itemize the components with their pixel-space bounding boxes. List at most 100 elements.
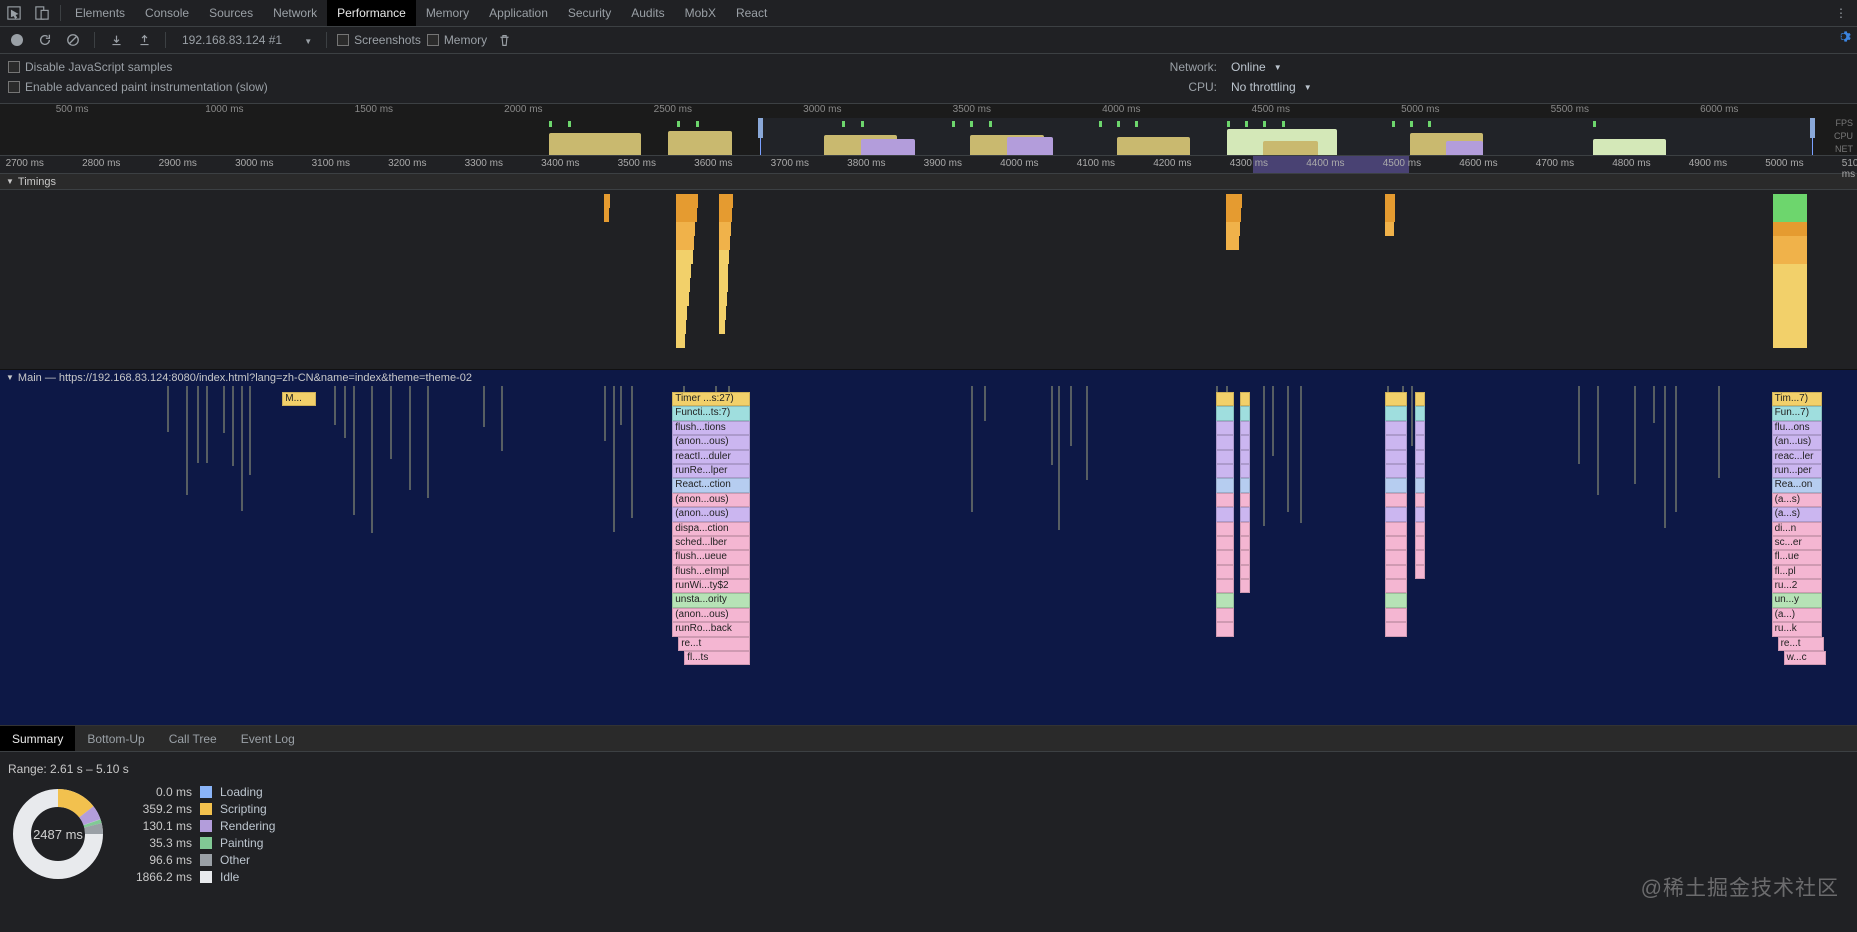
ruler-tick: 3900 ms xyxy=(924,158,962,169)
timing-flame[interactable] xyxy=(676,194,698,348)
ruler-tick: 3500 ms xyxy=(618,158,656,169)
timing-flame[interactable] xyxy=(604,194,610,222)
ruler-tick: 4200 ms xyxy=(1153,158,1191,169)
timing-flame[interactable] xyxy=(1773,194,1807,348)
tab-react[interactable]: React xyxy=(726,0,777,26)
legend-idle: 1866.2 msIdle xyxy=(122,870,275,884)
load-profile-button[interactable] xyxy=(105,29,127,51)
legend-loading: 0.0 msLoading xyxy=(122,785,275,799)
overview-tick: 4500 ms xyxy=(1252,104,1290,115)
detail-tab-summary[interactable]: Summary xyxy=(0,726,75,751)
window-handle-right[interactable] xyxy=(1810,118,1815,138)
timing-flame[interactable] xyxy=(1385,194,1395,236)
panel-tabs: ElementsConsoleSourcesNetworkPerformance… xyxy=(65,0,777,26)
more-icon[interactable]: ⋮ xyxy=(1831,6,1857,20)
flame-stack[interactable] xyxy=(1415,392,1425,579)
timings-header[interactable]: ▼Timings xyxy=(0,174,1857,190)
summary-panel: Range: 2.61 s – 5.10 s 2487 ms 0.0 msLoa… xyxy=(0,752,1857,894)
flame-task[interactable]: M... xyxy=(282,392,316,406)
cpu-select[interactable]: No throttling▼ xyxy=(1227,80,1314,94)
ruler-tick: 3800 ms xyxy=(847,158,885,169)
tab-elements[interactable]: Elements xyxy=(65,0,135,26)
tab-performance[interactable]: Performance xyxy=(327,0,416,26)
overview-activity xyxy=(1263,141,1318,155)
detail-tab-bottom-up[interactable]: Bottom-Up xyxy=(75,726,156,751)
tab-application[interactable]: Application xyxy=(479,0,558,26)
devtools-tabbar: ElementsConsoleSourcesNetworkPerformance… xyxy=(0,0,1857,27)
timeline-ruler[interactable]: 2700 ms2800 ms2900 ms3000 ms3100 ms3200 … xyxy=(0,156,1857,174)
overview-strip[interactable]: 500 ms1000 ms1500 ms2000 ms2500 ms3000 m… xyxy=(0,104,1857,156)
tab-audits[interactable]: Audits xyxy=(621,0,674,26)
flame-stack[interactable]: Tim...7)Fun...7)flu...ons(an...us)reac..… xyxy=(1772,392,1822,665)
ruler-tick: 3100 ms xyxy=(312,158,350,169)
ruler-tick: 3600 ms xyxy=(694,158,732,169)
main-thread-track[interactable]: M... Timer ...s:27)Functi...ts:7)flush...… xyxy=(0,386,1857,726)
overview-activity xyxy=(549,133,641,155)
summary-donut: 2487 ms xyxy=(8,784,108,884)
tab-mobx[interactable]: MobX xyxy=(675,0,726,26)
flame-stack[interactable] xyxy=(1216,392,1234,637)
donut-total: 2487 ms xyxy=(8,784,108,884)
detail-tabs: SummaryBottom-UpCall TreeEvent Log xyxy=(0,726,1857,752)
tab-network[interactable]: Network xyxy=(263,0,327,26)
overview-tick: 1500 ms xyxy=(355,104,393,115)
network-select[interactable]: Online▼ xyxy=(1227,60,1284,74)
ruler-tick: 4500 ms xyxy=(1383,158,1421,169)
summary-legend: 0.0 msLoading359.2 msScripting130.1 msRe… xyxy=(122,785,275,884)
screenshots-toggle[interactable]: Screenshots xyxy=(337,33,421,47)
reload-button[interactable] xyxy=(34,29,56,51)
overview-activity xyxy=(1007,137,1053,155)
ruler-tick: 2800 ms xyxy=(82,158,120,169)
watermark: @稀土掘金技术社区 xyxy=(1641,872,1839,902)
recording-url: 192.168.83.124 #1 xyxy=(182,33,282,47)
timing-flame[interactable] xyxy=(719,194,733,334)
overview-tick: 6000 ms xyxy=(1700,104,1738,115)
overview-tick: 5000 ms xyxy=(1401,104,1439,115)
inspect-icon[interactable] xyxy=(0,0,28,27)
detail-tab-event-log[interactable]: Event Log xyxy=(229,726,307,751)
recording-selector[interactable]: 192.168.83.124 #1 ▼ xyxy=(176,31,316,49)
flame-stack[interactable] xyxy=(1240,392,1250,593)
ruler-tick: 3700 ms xyxy=(771,158,809,169)
trash-button[interactable] xyxy=(493,29,515,51)
ruler-tick: 4900 ms xyxy=(1689,158,1727,169)
tab-sources[interactable]: Sources xyxy=(199,0,263,26)
tab-console[interactable]: Console xyxy=(135,0,199,26)
tab-security[interactable]: Security xyxy=(558,0,621,26)
overview-tick: 4000 ms xyxy=(1102,104,1140,115)
save-profile-button[interactable] xyxy=(133,29,155,51)
overview-tick: 2000 ms xyxy=(504,104,542,115)
cpu-ov-label: CPU xyxy=(1834,131,1853,141)
overview-tick: 5500 ms xyxy=(1551,104,1589,115)
timing-flame[interactable] xyxy=(1226,194,1242,250)
ruler-tick: 5100 ms xyxy=(1842,158,1857,180)
main-thread-header[interactable]: ▼Main — https://192.168.83.124:8080/inde… xyxy=(0,370,1857,386)
memory-toggle[interactable]: Memory xyxy=(427,33,487,47)
flame-stack[interactable] xyxy=(1385,392,1407,637)
adv-paint-toggle[interactable]: Enable advanced paint instrumentation (s… xyxy=(8,80,1129,94)
legend-other: 96.6 msOther xyxy=(122,853,275,867)
flame-stack[interactable]: Timer ...s:27)Functi...ts:7)flush...tion… xyxy=(672,392,750,665)
detail-tab-call-tree[interactable]: Call Tree xyxy=(157,726,229,751)
ruler-tick: 3200 ms xyxy=(388,158,426,169)
overview-tick: 1000 ms xyxy=(205,104,243,115)
perf-options: Disable JavaScript samples Enable advanc… xyxy=(0,54,1857,104)
record-button[interactable] xyxy=(6,29,28,51)
overview-tick: 2500 ms xyxy=(654,104,692,115)
ruler-tick: 4000 ms xyxy=(1000,158,1038,169)
legend-painting: 35.3 msPainting xyxy=(122,836,275,850)
overview-activity xyxy=(1593,139,1666,155)
ruler-tick: 4600 ms xyxy=(1459,158,1497,169)
disable-js-samples-toggle[interactable]: Disable JavaScript samples xyxy=(8,60,1129,74)
settings-icon[interactable] xyxy=(1836,29,1851,47)
ruler-tick: 3000 ms xyxy=(235,158,273,169)
clear-button[interactable] xyxy=(62,29,84,51)
device-icon[interactable] xyxy=(28,0,56,27)
legend-rendering: 130.1 msRendering xyxy=(122,819,275,833)
cpu-label: CPU: xyxy=(1147,80,1217,94)
window-handle-left[interactable] xyxy=(758,118,763,138)
tab-memory[interactable]: Memory xyxy=(416,0,479,26)
network-label: Network: xyxy=(1147,60,1217,74)
timings-track[interactable] xyxy=(0,190,1857,370)
ruler-tick: 3300 ms xyxy=(465,158,503,169)
